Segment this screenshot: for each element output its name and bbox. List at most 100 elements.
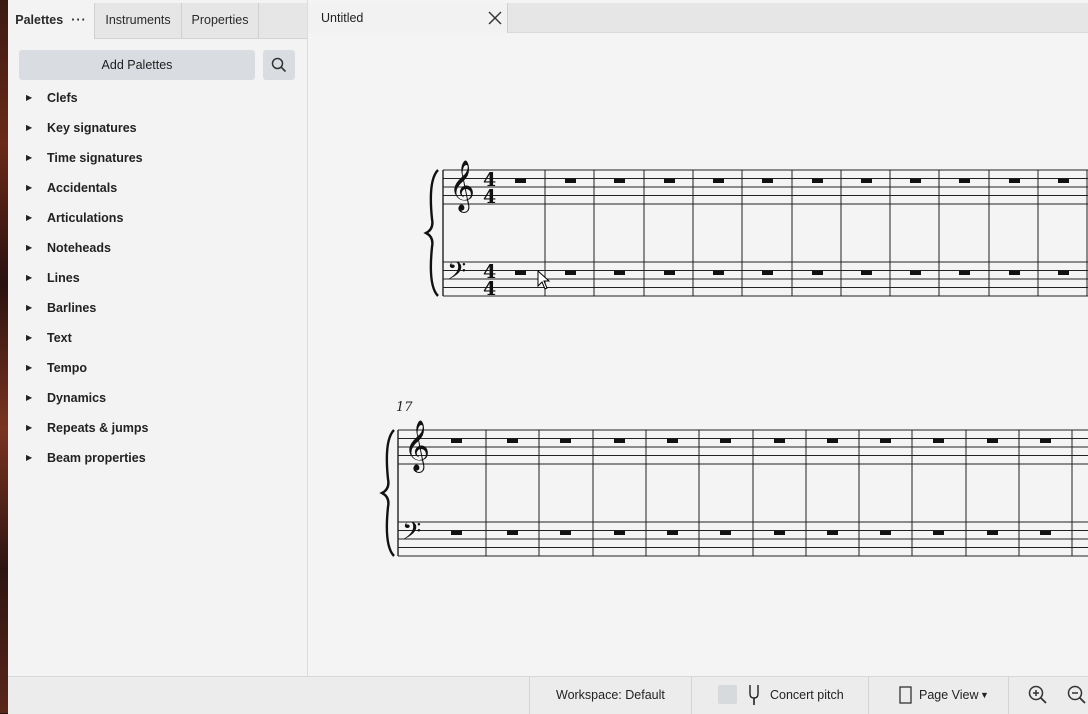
palette-label: Dynamics [47,391,107,405]
whole-rest [861,178,872,183]
whole-rest [565,178,576,183]
palettes-menu-icon[interactable]: ··· [71,13,87,27]
close-icon[interactable] [488,11,502,25]
left-panel: Palettes ··· Instruments Properties Add P… [8,0,308,676]
palette-search-button[interactable] [263,50,295,80]
panel-tabs: Palettes ··· Instruments Properties [8,3,307,39]
system-2: 𝄞𝄢 [379,420,1088,557]
expand-arrow-icon: ▶ [26,393,33,402]
whole-rest [1058,178,1069,183]
measure-number: 17 [396,400,413,415]
concert-pitch-label[interactable]: Concert pitch [770,688,844,702]
palette-label: Tempo [47,361,88,375]
status-separator [868,677,869,714]
whole-rest [451,438,462,443]
treble-clef-icon: 𝄞 [449,160,475,213]
palette-item-noteheads[interactable]: ▶ Noteheads [8,233,307,263]
bass-clef-icon: 𝄢 [402,517,421,552]
whole-rest [910,178,921,183]
whole-rest [933,530,944,535]
expand-arrow-icon: ▶ [26,363,33,372]
palette-item-dynamics[interactable]: ▶ Dynamics [8,383,307,413]
palette-label: Beam properties [47,451,146,465]
whole-rest [827,530,838,535]
whole-rest [880,530,891,535]
chevron-down-icon[interactable]: ▼ [980,690,989,700]
document-tab-title: Untitled [321,11,364,25]
status-separator [1008,677,1009,714]
whole-rest [762,178,773,183]
whole-rest [1009,178,1020,183]
palette-item-time-signatures[interactable]: ▶ Time signatures [8,143,307,173]
expand-arrow-icon: ▶ [26,333,33,342]
palette-item-beam-properties[interactable]: ▶ Beam properties [8,443,307,473]
whole-rest [827,438,838,443]
concert-pitch-checkbox[interactable] [718,685,737,704]
expand-arrow-icon: ▶ [26,303,33,312]
expand-arrow-icon: ▶ [26,183,33,192]
whole-rest [515,178,526,183]
whole-rest [987,530,998,535]
whole-rest [507,438,518,443]
tuning-fork-icon [749,685,759,705]
whole-rest [861,270,872,275]
whole-rest [880,438,891,443]
whole-rest [720,438,731,443]
whole-rest [720,530,731,535]
tab-instruments-label: Instruments [105,13,171,27]
palette-item-lines[interactable]: ▶ Lines [8,263,307,293]
score-canvas[interactable]: 𝄞 𝄢 4 4 4 4 𝄞 𝄢 17 [308,33,1088,675]
brace [423,169,439,297]
bass-clef-icon: 𝄢 [447,257,466,292]
palette-item-text[interactable]: ▶ Text [8,323,307,353]
expand-arrow-icon: ▶ [26,93,33,102]
whole-rest [774,438,785,443]
palette-label: Key signatures [47,121,137,135]
expand-arrow-icon: ▶ [26,123,33,132]
whole-rest [515,270,526,275]
palette-item-articulations[interactable]: ▶ Articulations [8,203,307,233]
palette-item-tempo[interactable]: ▶ Tempo [8,353,307,383]
palette-item-repeats-jumps[interactable]: ▶ Repeats & jumps [8,413,307,443]
workspace-selector[interactable]: Workspace: Default [556,688,665,702]
whole-rest [565,270,576,275]
palette-item-accidentals[interactable]: ▶ Accidentals [8,173,307,203]
tab-instruments[interactable]: Instruments [95,3,182,38]
whole-rest [667,530,678,535]
palette-label: Noteheads [47,241,111,255]
status-bar: Workspace: Default Concert pitch Page Vi… [8,676,1088,714]
whole-rest [1040,438,1051,443]
expand-arrow-icon: ▶ [26,243,33,252]
whole-rest [667,438,678,443]
view-mode-selector[interactable]: Page View [919,688,979,702]
palette-label: Lines [47,271,80,285]
musescore-window: Palettes ··· Instruments Properties Add P… [8,0,1088,714]
whole-rest [614,530,625,535]
expand-arrow-icon: ▶ [26,453,33,462]
palette-item-key-signatures[interactable]: ▶ Key signatures [8,113,307,143]
system-1: 𝄞𝄢4444 [423,160,1088,300]
whole-rest [614,178,625,183]
whole-rest [614,438,625,443]
tab-properties[interactable]: Properties [182,3,259,38]
add-palettes-button[interactable]: Add Palettes [19,50,255,80]
zoom-in-icon[interactable] [1028,685,1048,705]
page-view-icon [899,686,912,704]
palette-list: ▶ Clefs ▶ Key signatures ▶ Time signatures … [8,83,307,473]
document-tab[interactable]: Untitled [308,3,508,33]
whole-rest [713,178,724,183]
palette-label: Barlines [47,301,97,315]
whole-rest [762,270,773,275]
time-signature-bottom: 4 [483,186,496,208]
tab-palettes-label: Palettes [15,13,64,27]
tab-palettes[interactable]: Palettes ··· [8,3,95,39]
whole-rest [812,270,823,275]
expand-arrow-icon: ▶ [26,273,33,282]
palette-item-clefs[interactable]: ▶ Clefs [8,83,307,113]
whole-rest [1040,530,1051,535]
search-icon [271,57,287,73]
tab-properties-label: Properties [191,13,249,27]
palette-label: Accidentals [47,181,118,195]
zoom-out-icon[interactable] [1067,685,1087,705]
palette-item-barlines[interactable]: ▶ Barlines [8,293,307,323]
